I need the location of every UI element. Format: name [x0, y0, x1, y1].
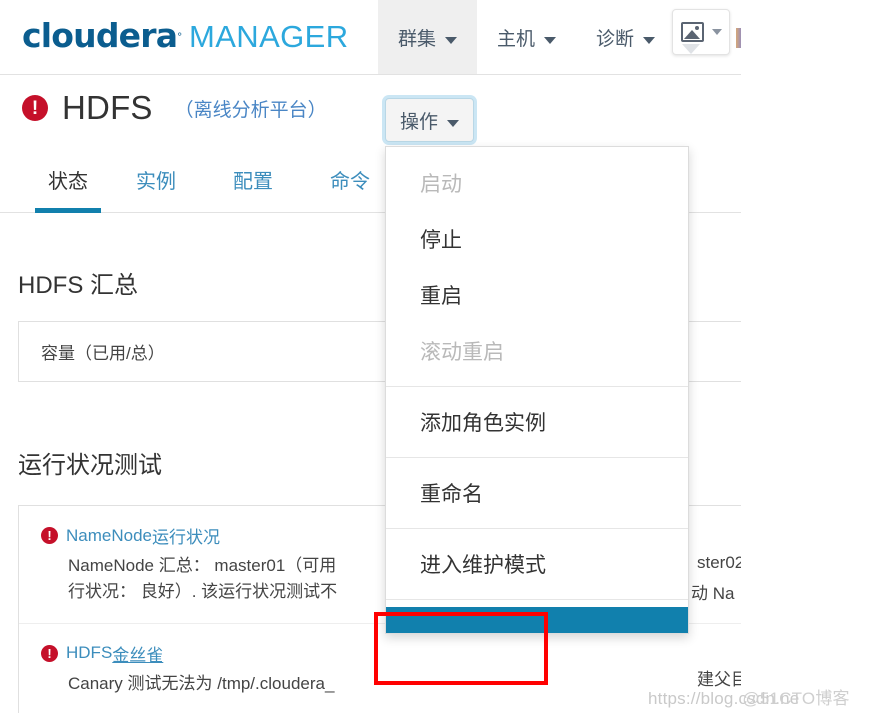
- error-badge-icon: !: [22, 95, 48, 121]
- logo-manager-text: MANAGER: [189, 19, 349, 54]
- actions-button-label: 操作: [400, 111, 439, 133]
- chevron-down-icon-ghost: [682, 44, 700, 54]
- actions-button[interactable]: 操作: [385, 98, 475, 142]
- service-header: ! HDFS （离线分析平台）: [0, 75, 741, 151]
- tab-configuration[interactable]: 配置: [233, 155, 273, 213]
- tab-status[interactable]: 状态: [35, 155, 101, 213]
- menu-item-add-role-instance[interactable]: 添加角色实例: [386, 394, 688, 450]
- summary-row-capacity-label: 容量（已用/总）: [41, 344, 165, 363]
- tab-commands[interactable]: 命令: [330, 155, 370, 213]
- hdfs-summary-heading: HDFS 汇总: [18, 272, 138, 299]
- nav-item-diagnostics[interactable]: 诊断: [576, 0, 675, 74]
- cloudera-manager-logo[interactable]: cloudera° MANAGER: [22, 19, 349, 52]
- health-test-name-link: 金丝雀: [112, 645, 164, 665]
- cloudera-manager-app: cloudera° MANAGER 群集 主机 诊断 ! HDFS （离线分析平…: [0, 0, 741, 713]
- health-test-detail-tail-2: 动 Na: [691, 584, 735, 603]
- menu-divider: [386, 528, 688, 529]
- cluster-name-link[interactable]: （离线分析平台）: [175, 95, 327, 122]
- broken-image-placeholder[interactable]: [672, 9, 730, 55]
- logo-cloudera-text: cloudera: [22, 16, 178, 55]
- menu-divider: [386, 386, 688, 387]
- nav-item-partial[interactable]: [736, 28, 741, 48]
- broken-image-icon: [680, 22, 704, 42]
- health-test-item: ! HDFS 金丝雀 Canary 测试无法为 /tmp/.cloudera_: [19, 622, 741, 713]
- menu-item-start: 启动: [386, 155, 688, 211]
- health-test-name-prefix: NameNode: [66, 525, 152, 545]
- top-navigation-bar: cloudera° MANAGER 群集 主机 诊断: [0, 0, 741, 75]
- tab-status-label: 状态: [48, 171, 88, 193]
- menu-item-add-role-instance-label: 添加角色实例: [420, 412, 546, 435]
- menu-item-rolling-restart: 滚动重启: [386, 323, 688, 379]
- health-test-detail-tail-1: ster02: [697, 553, 741, 572]
- nav-item-hosts-label: 主机: [497, 28, 536, 50]
- screenshot-root: cloudera° MANAGER 群集 主机 诊断 ! HDFS （离线分析平…: [0, 0, 893, 713]
- tab-configuration-label: 配置: [233, 171, 273, 193]
- health-test-name-prefix: HDFS: [66, 643, 113, 663]
- tab-instances-label: 实例: [136, 171, 176, 193]
- tab-instances[interactable]: 实例: [136, 155, 176, 213]
- watermark: https://blog.csdn.ne @51CTO博客: [648, 684, 850, 709]
- menu-item-enter-maintenance-mode-label: 进入维护模式: [420, 554, 546, 577]
- nav-item-diagnostics-label: 诊断: [596, 28, 635, 50]
- menu-item-rename-label: 重命名: [420, 483, 483, 506]
- menu-divider: [386, 457, 688, 458]
- chevron-down-icon: [544, 36, 557, 44]
- menu-item-start-label: 启动: [420, 173, 462, 196]
- health-test-detail-line-1: Canary 测试无法为 /tmp/.cloudera_: [68, 673, 335, 693]
- service-title-row: ! HDFS （离线分析平台）: [22, 89, 327, 127]
- page-title: HDFS: [62, 89, 153, 126]
- nav-item-hosts[interactable]: 主机: [477, 0, 576, 74]
- menu-item-restart-label: 重启: [420, 285, 462, 308]
- menu-item-rolling-restart-label: 滚动重启: [420, 341, 504, 364]
- error-badge-icon: !: [41, 644, 58, 662]
- chevron-down-icon: [447, 119, 460, 127]
- menu-item-stop[interactable]: 停止: [386, 211, 688, 267]
- menu-item-enter-maintenance-mode[interactable]: 进入维护模式: [386, 536, 688, 592]
- menu-divider: [386, 599, 688, 600]
- menu-item-stop-label: 停止: [420, 229, 462, 252]
- menu-item-restart[interactable]: 重启: [386, 267, 688, 323]
- tab-commands-label: 命令: [330, 171, 370, 193]
- chevron-down-icon: [711, 29, 722, 35]
- health-tests-heading: 运行状况测试: [18, 452, 162, 479]
- main-nav: 群集 主机 诊断: [378, 0, 675, 74]
- chevron-down-icon: [445, 36, 458, 44]
- nav-item-clusters[interactable]: 群集: [378, 0, 478, 74]
- health-test-name-link: 运行状况: [152, 528, 220, 547]
- actions-dropdown-menu: 启动 停止 重启 滚动重启 添加角色实例 重命名 进入维护模式: [385, 146, 689, 634]
- menu-item-rename[interactable]: 重命名: [386, 465, 688, 521]
- chevron-down-icon: [643, 36, 656, 44]
- logo-registered-mark: °: [177, 29, 182, 44]
- menu-item-rebalance[interactable]: [386, 607, 688, 633]
- nav-item-clusters-label: 群集: [398, 28, 437, 50]
- health-test-title-canary[interactable]: ! HDFS 金丝雀: [41, 641, 741, 666]
- error-badge-icon: !: [41, 527, 58, 544]
- watermark-handle: @51CTO博客: [742, 689, 850, 708]
